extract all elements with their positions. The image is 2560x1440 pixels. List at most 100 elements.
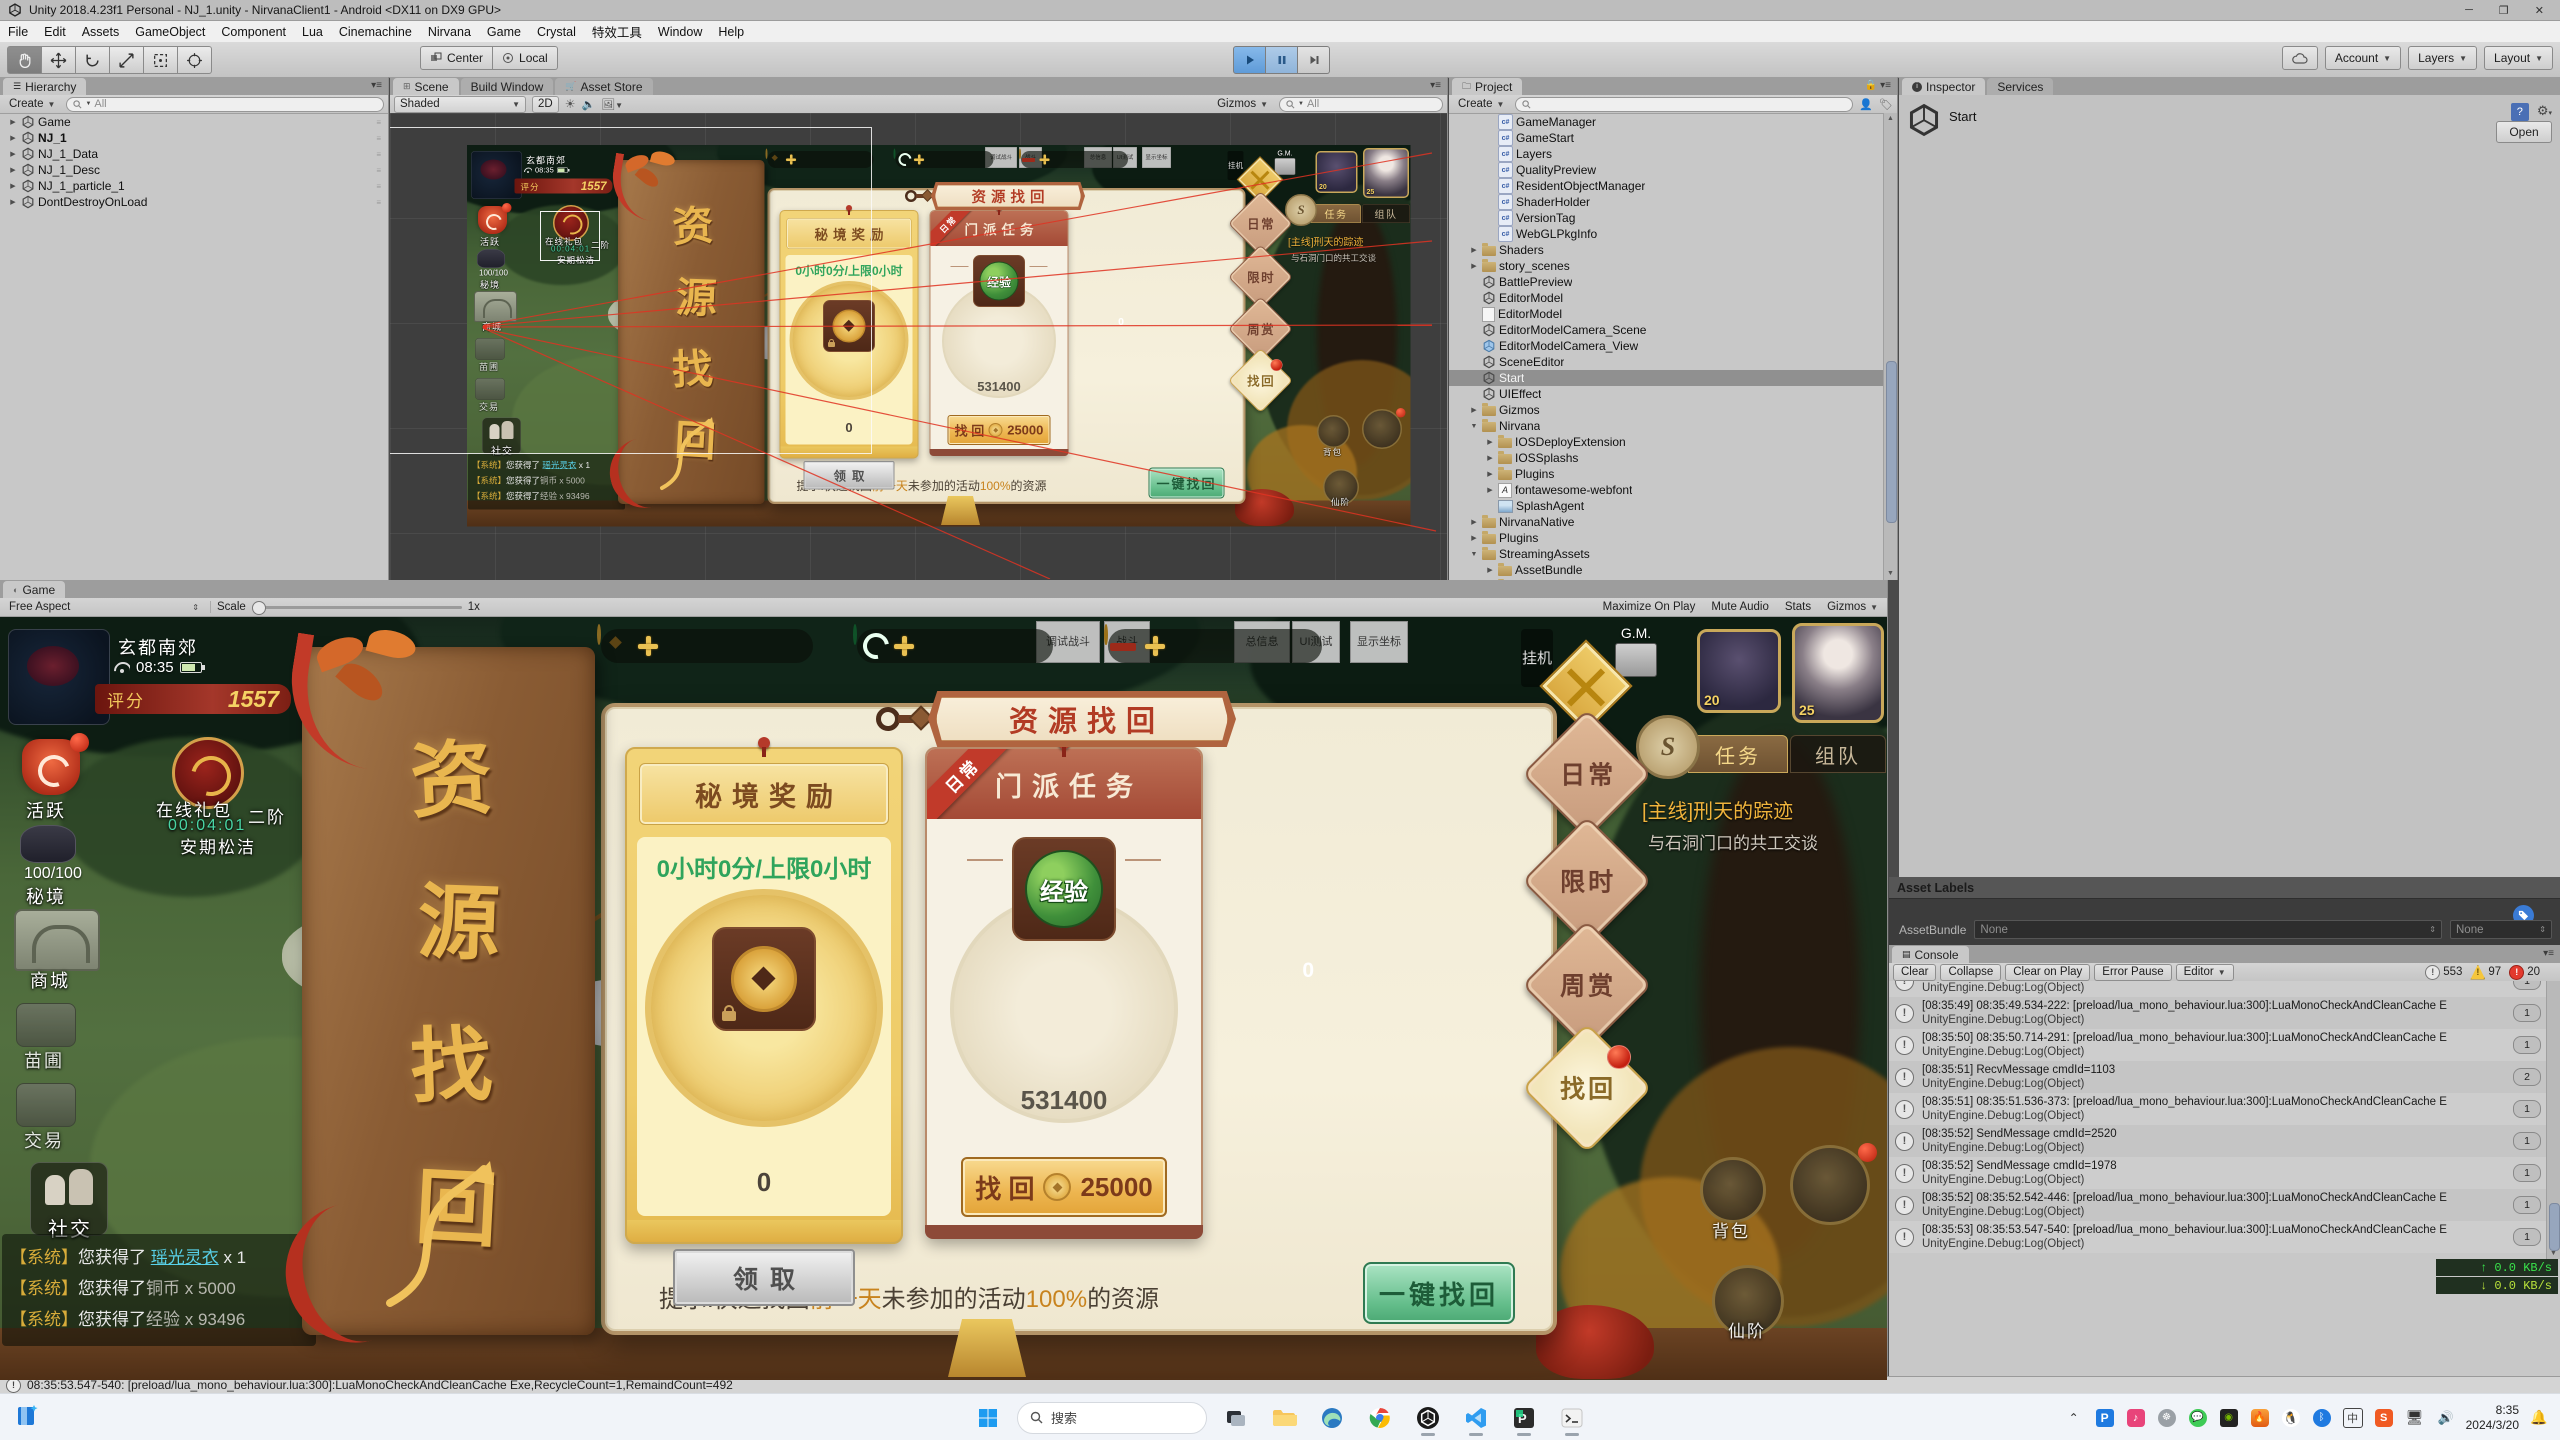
open-asset-button[interactable]: Open bbox=[2496, 121, 2552, 143]
tab-build-window[interactable]: Build Window bbox=[461, 78, 554, 95]
expander-icon[interactable]: ▶ bbox=[1469, 534, 1479, 542]
mute-audio-button[interactable]: Mute Audio bbox=[1706, 600, 1774, 615]
taskbar-app-chrome[interactable] bbox=[1361, 1399, 1399, 1437]
console-log-entry[interactable]: ![08:35:51] RecvMessage cmdId=1103UnityE… bbox=[1889, 1061, 2547, 1093]
project-scrollbar[interactable]: ▲▼ bbox=[1883, 113, 1897, 580]
tab-inspector[interactable]: iInspector bbox=[1902, 78, 1985, 95]
taskbar-app-vscode[interactable] bbox=[1457, 1399, 1495, 1437]
console-button-editor[interactable]: Editor▼ bbox=[2176, 964, 2234, 981]
scene-effects-icon[interactable]: 🖼▼ bbox=[601, 98, 623, 111]
console-log-entry[interactable]: ![08:35:50] 08:35:50.714-291: [preload/l… bbox=[1889, 1029, 2547, 1061]
project-item-Shaders[interactable]: ▶Shaders bbox=[1449, 242, 1897, 258]
expander-icon[interactable]: ▶ bbox=[1485, 486, 1495, 494]
tab-game[interactable]: ◐Game bbox=[3, 581, 65, 598]
hierarchy-item-NJ_1[interactable]: ▶NJ_1≡ bbox=[0, 130, 388, 146]
project-item-ResidentObjectManager[interactable]: c#ResidentObjectManager bbox=[1449, 178, 1897, 194]
stats-button[interactable]: Stats bbox=[1780, 600, 1816, 615]
expander-icon[interactable]: ▶ bbox=[1485, 470, 1495, 478]
gm-debug-chip[interactable]: 显示坐标 bbox=[1350, 621, 1408, 663]
project-item-UIEffect[interactable]: UIEffect bbox=[1449, 386, 1897, 402]
console-log-entry[interactable]: ![08:35:52] SendMessage cmdId=2520UnityE… bbox=[1889, 1125, 2547, 1157]
console-log-entry[interactable]: ![08:35:49] 08:35:49.534-222: [preload/l… bbox=[1889, 997, 2547, 1029]
project-item-Plugins[interactable]: ▶Plugins bbox=[1449, 466, 1897, 482]
menu-Component[interactable]: Component bbox=[213, 25, 294, 39]
expander-icon[interactable]: ▼ bbox=[1469, 423, 1479, 430]
hierarchy-item-Game[interactable]: ▶Game≡ bbox=[0, 114, 388, 130]
recover-button[interactable]: 找 回 25000 bbox=[961, 1157, 1167, 1217]
console-scrollbar[interactable]: ▼ bbox=[2546, 981, 2560, 1259]
project-item-story_scenes[interactable]: ▶story_scenes bbox=[1449, 258, 1897, 274]
move-tool-button[interactable] bbox=[42, 46, 76, 74]
menu-GameObject[interactable]: GameObject bbox=[127, 25, 213, 39]
hierarchy-item-NJ_1_Data[interactable]: ▶NJ_1_Data≡ bbox=[0, 146, 388, 162]
project-item-Nirvana[interactable]: ▼Nirvana bbox=[1449, 418, 1897, 434]
project-item-VersionTag[interactable]: c#VersionTag bbox=[1449, 210, 1897, 226]
menu-Help[interactable]: Help bbox=[710, 25, 752, 39]
tray-speaker[interactable]: 🔊 bbox=[2435, 1407, 2457, 1429]
search-by-type-icon[interactable]: 👤 bbox=[1859, 98, 1873, 111]
project-item-EditorModel[interactable]: EditorModel bbox=[1449, 306, 1897, 322]
aspect-dropdown[interactable]: Free Aspect⇕ bbox=[4, 600, 204, 615]
project-item-ShaderHolder[interactable]: c#ShaderHolder bbox=[1449, 194, 1897, 210]
scene-audio-icon[interactable]: 🔈 bbox=[581, 98, 595, 111]
project-item-IOSSplashs[interactable]: ▶IOSSplashs bbox=[1449, 450, 1897, 466]
tray-music[interactable]: ♪ bbox=[2125, 1407, 2147, 1429]
one-key-recover-button[interactable]: 一键找回 bbox=[1363, 1262, 1515, 1324]
layers-dropdown[interactable]: Layers▼ bbox=[2408, 46, 2477, 70]
project-item-Start[interactable]: Start bbox=[1449, 370, 1897, 386]
rect-tool-button[interactable] bbox=[144, 46, 178, 74]
menu-Cinemachine[interactable]: Cinemachine bbox=[331, 25, 420, 39]
taskbar-app-window[interactable] bbox=[1217, 1399, 1255, 1437]
hand-tool-button[interactable] bbox=[7, 46, 42, 74]
taskbar-clock[interactable]: 8:352024/3/20 bbox=[2466, 1403, 2519, 1433]
hierarchy-item-NJ_1_particle_1[interactable]: ▶NJ_1_particle_1≡ bbox=[0, 178, 388, 194]
layout-dropdown[interactable]: Layout▼ bbox=[2484, 46, 2553, 70]
shop-icon[interactable] bbox=[14, 909, 100, 971]
tab-project[interactable]: 🗀Project bbox=[1452, 78, 1522, 95]
nursery-icon[interactable] bbox=[16, 1003, 76, 1047]
console-log-entry[interactable]: ![08:35:52] SendMessage cmdId=1978UnityE… bbox=[1889, 1157, 2547, 1189]
transform-combined-tool-button[interactable] bbox=[178, 46, 212, 74]
panel-lock-menu-icons[interactable]: 🔒 ▾≡ bbox=[1865, 80, 1891, 91]
tray-bluetooth[interactable]: ᛒ bbox=[2311, 1407, 2333, 1429]
tray-ime[interactable]: 中 bbox=[2342, 1407, 2364, 1429]
expander-icon[interactable]: ▶ bbox=[1485, 438, 1495, 446]
tray-monitor[interactable]: 🖥 bbox=[2404, 1407, 2426, 1429]
avatar-frame-1[interactable]: 20 bbox=[1697, 629, 1781, 713]
minimize-button[interactable]: ─ bbox=[2465, 4, 2473, 17]
taskbar-app-unity[interactable] bbox=[1409, 1399, 1447, 1437]
taskbar-app-folder[interactable] bbox=[1265, 1399, 1303, 1437]
pivot-center-button[interactable]: Center bbox=[420, 46, 493, 70]
expander-icon[interactable]: ▶ bbox=[1485, 566, 1495, 574]
taskbar-app-terminal[interactable] bbox=[1553, 1399, 1591, 1437]
assetbundle-variant-dropdown[interactable]: None⇕ bbox=[2450, 920, 2552, 939]
tray-chevron-up[interactable]: ⌃ bbox=[2063, 1407, 2085, 1429]
project-item-QualityPreview[interactable]: c#QualityPreview bbox=[1449, 162, 1897, 178]
expander-icon[interactable]: ▶ bbox=[1469, 246, 1479, 254]
project-item-SceneEditor[interactable]: SceneEditor bbox=[1449, 354, 1897, 370]
bag-button[interactable] bbox=[1700, 1157, 1766, 1223]
project-create-button[interactable]: Create▼ bbox=[1453, 97, 1509, 112]
menu-Crystal[interactable]: Crystal bbox=[529, 25, 584, 39]
scene-search-input[interactable]: ▼All bbox=[1279, 97, 1443, 112]
tab-hierarchy[interactable]: ☰Hierarchy bbox=[3, 78, 86, 95]
menu-Lua[interactable]: Lua bbox=[294, 25, 331, 39]
expander-icon[interactable]: ▶ bbox=[8, 166, 18, 174]
project-item-NirvanaNative[interactable]: ▶NirvanaNative bbox=[1449, 514, 1897, 530]
console-info-count[interactable]: 553 bbox=[2443, 966, 2462, 978]
expander-icon[interactable]: ▶ bbox=[8, 118, 18, 126]
help-book-icon[interactable]: ? bbox=[2511, 103, 2529, 121]
game-viewport-host[interactable]: 调试战斗战斗总信息UI测试显示坐标 19.5万00 玄都南郊 08:35 评分1… bbox=[0, 617, 1887, 1380]
tab-scene[interactable]: ⊞Scene bbox=[393, 78, 459, 95]
tab-asset-store[interactable]: 🛒Asset Store bbox=[555, 78, 652, 95]
project-item-Plugins[interactable]: ▶Plugins bbox=[1449, 530, 1897, 546]
project-item-AssetBundle[interactable]: ▶AssetBundle bbox=[1449, 562, 1897, 578]
project-item-SplashAgent[interactable]: SplashAgent bbox=[1449, 498, 1897, 514]
taskbar-app-edge[interactable] bbox=[1313, 1399, 1351, 1437]
quest-title[interactable]: [主线]刑天的踪迹 bbox=[1642, 795, 1793, 824]
avatar-frame-2[interactable]: 25 bbox=[1792, 623, 1884, 723]
project-item-Layers[interactable]: c#Layers bbox=[1449, 146, 1897, 162]
project-item-BattlePreview[interactable]: BattlePreview bbox=[1449, 274, 1897, 290]
console-log-entry[interactable]: ![08:35:51] 08:35:51.536-373: [preload/l… bbox=[1889, 1093, 2547, 1125]
scene-lighting-icon[interactable]: ☀ bbox=[565, 97, 576, 111]
